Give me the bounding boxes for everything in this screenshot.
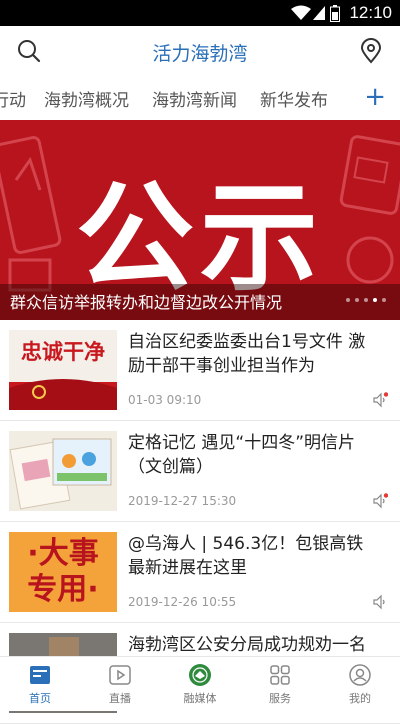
status-time: 12:10	[349, 3, 392, 22]
news-title: @乌海人 | 546.3亿！包银高铁最新进展在这里	[128, 534, 364, 578]
page-title: 活力海勃湾	[152, 43, 248, 65]
status-bar: 12:10	[0, 0, 400, 26]
carousel-dot[interactable]	[364, 298, 368, 302]
add-channel-button[interactable]: +	[364, 82, 386, 112]
nav-media-label: 融媒体	[183, 692, 217, 705]
news-time: 2019-12-27 15:30	[128, 494, 237, 508]
speaker-icon[interactable]	[372, 594, 388, 610]
nav-live-label: 直播	[109, 692, 131, 705]
nav-service-label: 服务	[269, 692, 291, 705]
news-item[interactable]: ·大事专用· @乌海人 | 546.3亿！包银高铁最新进展在这里 2019-12…	[0, 522, 400, 623]
service-icon	[270, 665, 290, 685]
wifi-icon	[291, 5, 311, 20]
carousel-indicator	[341, 287, 386, 306]
nav-home[interactable]: 首页	[0, 657, 80, 711]
nav-profile[interactable]: 我的	[320, 657, 400, 711]
thumbnail-slogan: 忠诚干净	[21, 339, 105, 364]
news-time: 01-03 09:10	[128, 393, 202, 407]
bottom-navigation: 首页 直播 融媒体 服务 我的	[0, 656, 400, 711]
tab-xinhua[interactable]: 新华发布	[260, 86, 328, 111]
banner-carousel[interactable]: 公示 群众信访举报转办和边督边改公开情况	[0, 120, 400, 320]
live-icon	[109, 665, 131, 685]
news-item[interactable]: 定格记忆 遇见“十四冬”明信片（文创篇） 2019-12-27 15:30	[0, 421, 400, 522]
news-title: 海勃湾区公安分局成功规劝一名	[128, 635, 366, 655]
nav-home-label: 首页	[29, 692, 51, 705]
news-title: 自治区纪委监委出台1号文件 激励干部干事创业担当作为	[128, 332, 366, 376]
media-icon	[189, 664, 211, 686]
speaker-icon[interactable]	[372, 493, 388, 509]
signal-icon	[313, 6, 325, 20]
carousel-dot[interactable]	[346, 298, 350, 302]
app-header: 活力海勃湾	[0, 26, 400, 76]
nav-live[interactable]: 直播	[80, 657, 160, 711]
nav-service[interactable]: 服务	[240, 657, 320, 711]
news-title: 定格记忆 遇见“十四冬”明信片（文创篇）	[128, 433, 356, 477]
nav-media[interactable]: 融媒体	[160, 657, 240, 711]
news-item[interactable]: 忠诚干净 自治区纪委监委出台1号文件 激励干部干事创业担当作为 01-03 09…	[0, 320, 400, 421]
news-thumbnail: ·大事专用·	[9, 532, 117, 612]
carousel-dot[interactable]	[373, 298, 377, 302]
carousel-dot[interactable]	[355, 298, 359, 302]
home-icon	[30, 666, 50, 684]
banner-caption: 群众信访举报转办和边督边改公开情况	[10, 293, 283, 312]
category-tabs: 行动 海勃湾概况 海勃湾新闻 新华发布 +	[0, 76, 400, 120]
news-thumbnail	[9, 431, 117, 511]
profile-icon	[349, 664, 371, 686]
news-thumbnail: 忠诚干净	[9, 330, 117, 410]
battery-icon	[330, 5, 340, 22]
location-pin-icon[interactable]	[358, 38, 384, 64]
thumbnail-slogan: ·大事专用·	[27, 536, 99, 607]
speaker-icon[interactable]	[372, 392, 388, 408]
nav-profile-label: 我的	[349, 692, 371, 705]
news-time: 2019-12-26 10:55	[128, 595, 237, 609]
carousel-dot[interactable]	[382, 298, 386, 302]
tab-action[interactable]: 行动	[0, 86, 26, 111]
tab-overview[interactable]: 海勃湾概况	[44, 86, 129, 111]
tab-local-news[interactable]: 海勃湾新闻	[152, 86, 237, 111]
